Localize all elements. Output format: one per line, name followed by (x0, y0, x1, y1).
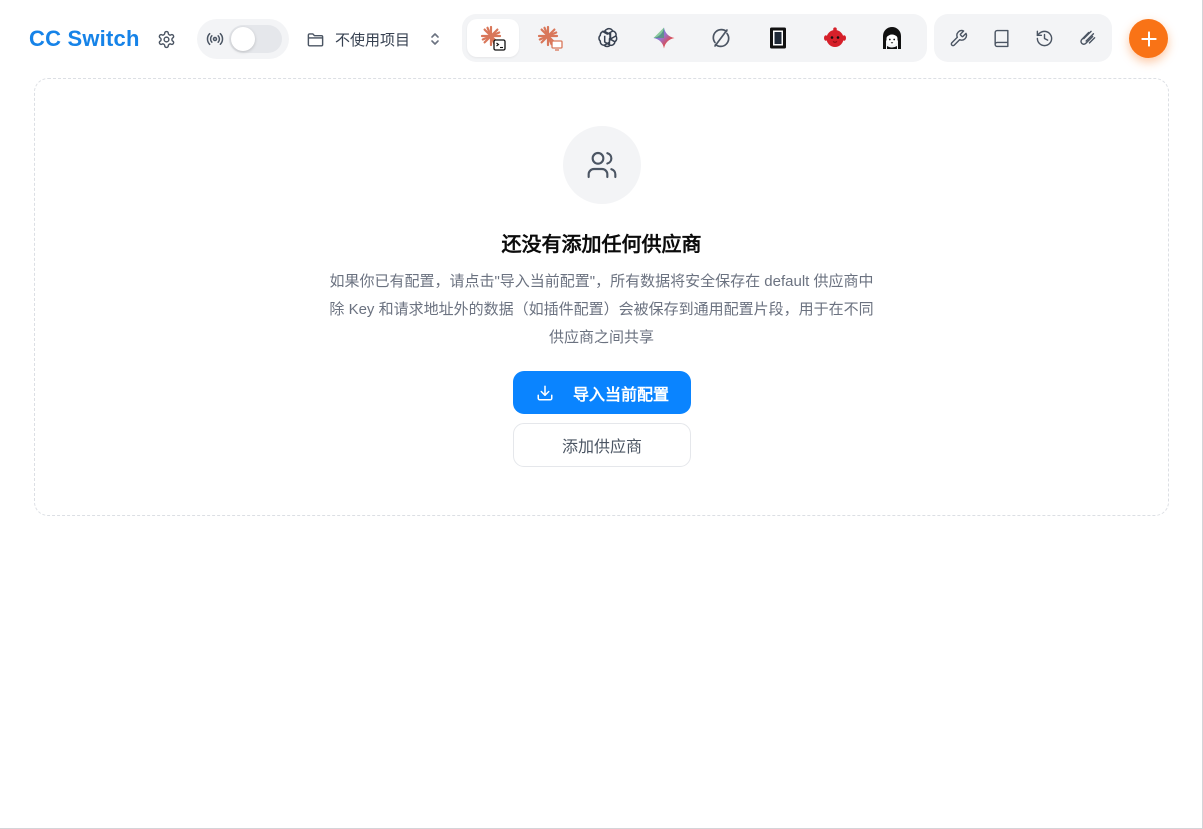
tab-terminal-app[interactable] (752, 19, 804, 57)
desc-line: 如果你已有配置，请点击"导入当前配置"，所有数据将安全保存在 default 供… (329, 273, 874, 290)
empty-state-icon-wrap (563, 126, 641, 204)
chevron-up-down-icon (428, 29, 442, 49)
settings-button[interactable] (154, 27, 178, 51)
paperclip-icon (1079, 30, 1095, 45)
radio-signal-icon (205, 29, 225, 49)
desc-line: 供应商之间共享 (548, 329, 654, 346)
tab-claude-code[interactable] (467, 19, 519, 57)
red-mascot-icon (824, 27, 846, 47)
desc-line: 除 Key 和请求地址外的数据（如插件配置）会被保存到通用配置片段，用于在不同 (329, 301, 874, 318)
history-icon (1036, 30, 1052, 46)
app-window: CC Switch 不使用项目 还没有添加任何供应商 如果你已有配置，请点击"导… (0, 0, 1203, 829)
plus-icon (1140, 30, 1157, 47)
tab-opencode[interactable] (695, 19, 747, 57)
proxy-toggle[interactable] (229, 25, 282, 53)
tab-gemini[interactable] (638, 19, 690, 57)
toggle-knob (231, 27, 255, 51)
opencode-icon (712, 28, 730, 48)
claude-desktop-icon (537, 25, 563, 51)
history-button[interactable] (1031, 25, 1057, 51)
add-provider-fab[interactable] (1129, 19, 1168, 58)
tab-claude-desktop[interactable] (524, 19, 576, 57)
tools-button[interactable] (945, 25, 971, 51)
empty-state-panel: 还没有添加任何供应商 如果你已有配置，请点击"导入当前配置"，所有数据将安全保存… (34, 78, 1169, 516)
gemini-icon (653, 27, 675, 49)
add-provider-button[interactable]: 添加供应商 (513, 423, 691, 467)
empty-state-description: 如果你已有配置，请点击"导入当前配置"，所有数据将安全保存在 default 供… (35, 268, 1168, 352)
openai-codex-icon (598, 27, 618, 48)
project-label: 不使用项目 (335, 31, 411, 49)
attachments-button[interactable] (1074, 25, 1100, 51)
gear-icon (158, 30, 174, 48)
tool-bar (934, 14, 1112, 62)
folder-icon (304, 28, 326, 50)
import-config-button[interactable]: 导入当前配置 (513, 371, 691, 414)
docs-button[interactable] (988, 25, 1014, 51)
empty-state-title: 还没有添加任何供应商 (501, 234, 702, 256)
header: CC Switch 不使用项目 (0, 0, 1201, 78)
app-tab-bar (462, 14, 927, 62)
anime-girl-icon (883, 27, 901, 49)
claude-code-icon (480, 25, 506, 51)
terminal-app-icon (770, 27, 786, 49)
users-icon (587, 151, 617, 179)
proxy-control (197, 19, 289, 59)
app-title: CC Switch (29, 26, 140, 51)
book-icon (993, 29, 1009, 47)
tab-red-mascot[interactable] (809, 19, 861, 57)
project-select[interactable]: 不使用项目 (304, 24, 446, 54)
tab-anime-girl[interactable] (866, 19, 918, 57)
download-icon (535, 383, 555, 403)
add-provider-label: 添加供应商 (561, 439, 642, 456)
wrench-icon (950, 29, 967, 46)
import-config-label: 导入当前配置 (572, 386, 669, 404)
tab-codex[interactable] (581, 19, 633, 57)
